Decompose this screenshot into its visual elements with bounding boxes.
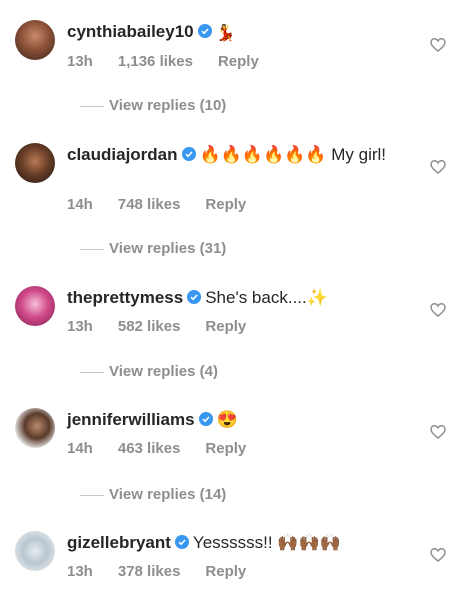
comment-username[interactable]: theprettymess bbox=[67, 288, 183, 307]
heart-outline-icon[interactable] bbox=[430, 302, 446, 318]
like-count[interactable]: 748 likes bbox=[118, 196, 181, 213]
reply-button[interactable]: Reply bbox=[205, 563, 246, 580]
avatar[interactable] bbox=[15, 20, 55, 60]
verified-badge-icon bbox=[198, 412, 213, 426]
replies-divider bbox=[80, 494, 104, 496]
comment-time: 13h bbox=[67, 563, 93, 580]
comment-meta: 13h 378 likes Reply bbox=[67, 563, 271, 580]
comment-meta: 13h 1,136 likes Reply bbox=[67, 53, 284, 70]
comment-meta: 13h 582 likes Reply bbox=[67, 318, 271, 335]
comment-body: She's back....✨ bbox=[205, 288, 328, 307]
comment-username[interactable]: cynthiabailey10 bbox=[67, 22, 194, 41]
comment-body: 🔥🔥🔥🔥🔥🔥 My girl! bbox=[199, 145, 387, 164]
heart-outline-icon[interactable] bbox=[430, 159, 446, 175]
comment-username[interactable]: jenniferwilliams bbox=[67, 410, 195, 429]
verified-badge-icon bbox=[197, 24, 212, 38]
avatar[interactable] bbox=[15, 286, 55, 326]
view-replies-link[interactable]: View replies (10) bbox=[80, 97, 226, 114]
verified-badge-icon bbox=[187, 290, 202, 304]
view-replies-link[interactable]: View replies (31) bbox=[80, 240, 226, 257]
avatar[interactable] bbox=[15, 531, 55, 571]
comment-time: 14h bbox=[67, 440, 93, 457]
comment-text: theprettymess She's back....✨ bbox=[67, 286, 424, 309]
replies-divider bbox=[80, 105, 104, 107]
comment-text: jenniferwilliams 😍 bbox=[67, 408, 424, 431]
comment-body: Yessssss!! 🙌🏾🙌🏾🙌🏾 bbox=[192, 533, 341, 552]
comment-meta: 14h 748 likes Reply bbox=[67, 196, 271, 213]
replies-divider bbox=[80, 371, 104, 373]
heart-outline-icon[interactable] bbox=[430, 424, 446, 440]
view-replies-link[interactable]: View replies (14) bbox=[80, 486, 226, 503]
reply-button[interactable]: Reply bbox=[205, 196, 246, 213]
reply-button[interactable]: Reply bbox=[218, 53, 259, 70]
view-replies-label[interactable]: View replies (31) bbox=[109, 240, 226, 257]
comment-time: 14h bbox=[67, 196, 93, 213]
comment-body: 💃 bbox=[215, 25, 236, 42]
comment-text: cynthiabailey10 💃 bbox=[67, 20, 424, 43]
heart-outline-icon[interactable] bbox=[430, 37, 446, 53]
verified-badge-icon bbox=[174, 535, 189, 549]
view-replies-label[interactable]: View replies (4) bbox=[109, 363, 218, 380]
comment-text: gizellebryant Yessssss!! 🙌🏾🙌🏾🙌🏾 bbox=[67, 531, 424, 554]
comment-username[interactable]: gizellebryant bbox=[67, 533, 171, 552]
view-replies-label[interactable]: View replies (10) bbox=[109, 97, 226, 114]
comment-time: 13h bbox=[67, 53, 93, 70]
heart-outline-icon[interactable] bbox=[430, 547, 446, 563]
comment-meta: 14h 463 likes Reply bbox=[67, 440, 271, 457]
verified-badge-icon bbox=[181, 147, 196, 161]
like-count[interactable]: 582 likes bbox=[118, 318, 181, 335]
reply-button[interactable]: Reply bbox=[205, 318, 246, 335]
avatar[interactable] bbox=[15, 143, 55, 183]
view-replies-link[interactable]: View replies (4) bbox=[80, 363, 218, 380]
view-replies-label[interactable]: View replies (14) bbox=[109, 486, 226, 503]
comment-text: claudiajordan 🔥🔥🔥🔥🔥🔥 My girl! bbox=[67, 143, 424, 166]
avatar[interactable] bbox=[15, 408, 55, 448]
comment-body: 😍 bbox=[216, 410, 238, 429]
like-count[interactable]: 1,136 likes bbox=[118, 53, 193, 70]
replies-divider bbox=[80, 248, 104, 250]
like-count[interactable]: 463 likes bbox=[118, 440, 181, 457]
comment-time: 13h bbox=[67, 318, 93, 335]
comment-username[interactable]: claudiajordan bbox=[67, 145, 178, 164]
like-count[interactable]: 378 likes bbox=[118, 563, 181, 580]
reply-button[interactable]: Reply bbox=[205, 440, 246, 457]
